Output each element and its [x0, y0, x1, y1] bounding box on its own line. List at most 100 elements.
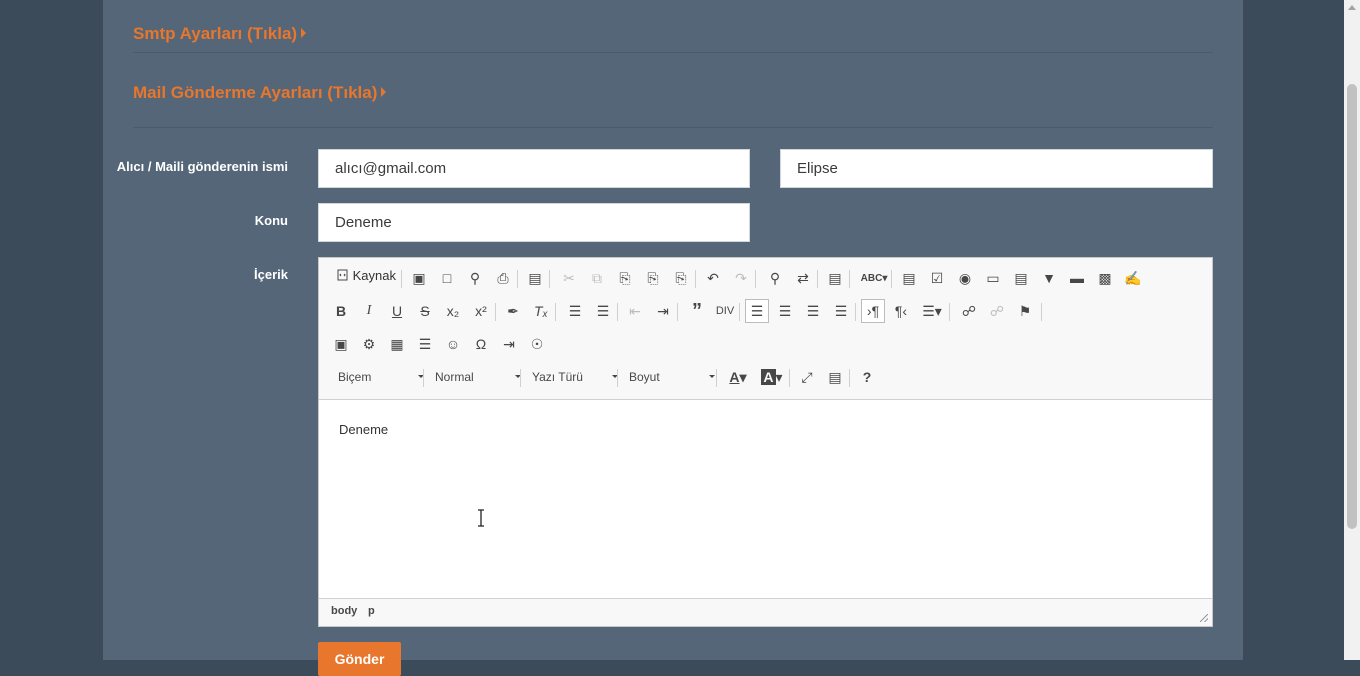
image-icon[interactable]: ▣ — [329, 332, 353, 356]
separator — [517, 270, 518, 288]
editor-content[interactable]: Deneme — [339, 422, 388, 437]
blockquote-icon[interactable]: ” — [685, 299, 709, 323]
show-blocks-icon[interactable]: ▤ — [823, 365, 847, 389]
redo-icon[interactable]: ↷ — [729, 266, 753, 290]
preview-icon[interactable]: ⚲ — [463, 266, 487, 290]
font-combo[interactable]: Yazı Türü — [523, 365, 622, 389]
remove-format-icon[interactable]: Tₓ — [529, 299, 553, 323]
underline-icon[interactable]: U — [385, 299, 409, 323]
font-combo-value: Yazı Türü — [532, 370, 583, 384]
separator — [855, 303, 856, 321]
smiley-icon[interactable]: ☺ — [441, 332, 465, 356]
find-icon[interactable]: ⚲ — [763, 266, 787, 290]
submit-button[interactable]: Gönder — [318, 642, 401, 676]
button-field-icon[interactable]: ▬ — [1065, 266, 1089, 290]
source-icon — [337, 269, 348, 281]
format-combo-value: Biçem — [338, 370, 372, 384]
scrollbar[interactable] — [1344, 0, 1360, 660]
format-combo[interactable]: Biçem — [329, 365, 428, 389]
resize-handle-icon[interactable] — [1200, 614, 1208, 622]
iframe-icon[interactable]: ☉ — [525, 332, 549, 356]
special-char-icon[interactable]: Ω — [469, 332, 493, 356]
templates-icon[interactable]: ▤ — [523, 266, 547, 290]
undo-icon[interactable]: ↶ — [701, 266, 725, 290]
table-icon[interactable]: ▦ — [385, 332, 409, 356]
separator — [755, 270, 756, 288]
unlink-icon[interactable]: ☍ — [985, 299, 1009, 323]
source-button[interactable]: Kaynak — [337, 268, 396, 283]
select-all-icon[interactable]: ▤ — [823, 266, 847, 290]
hidden-field-icon[interactable]: ✍ — [1121, 266, 1145, 290]
textarea-icon[interactable]: ▤ — [1009, 266, 1033, 290]
text-color-icon[interactable]: A ▾ — [723, 365, 753, 389]
separator — [677, 303, 678, 321]
editor-statusbar: body p — [319, 598, 1212, 626]
page-break-icon[interactable]: ⇥ — [497, 332, 521, 356]
anchor-flag-icon[interactable]: ⚑ — [1013, 299, 1037, 323]
smtp-settings-link[interactable]: Smtp Ayarları (Tıkla) — [133, 24, 307, 44]
checkbox-icon[interactable]: ☑ — [925, 266, 949, 290]
textfield-icon[interactable]: ▭ — [981, 266, 1005, 290]
separator — [849, 270, 850, 288]
style-combo[interactable]: Normal — [426, 365, 525, 389]
link-icon[interactable]: ☍ — [957, 299, 981, 323]
copy-format-icon[interactable]: ✒ — [501, 299, 525, 323]
justify-icon[interactable]: ☰ — [829, 299, 853, 323]
bg-color-icon[interactable]: A ▾ — [757, 365, 787, 389]
outdent-icon[interactable]: ⇤ — [623, 299, 647, 323]
save-icon[interactable]: ▣ — [407, 266, 431, 290]
help-icon[interactable]: ? — [855, 365, 879, 389]
strikethrough-icon[interactable]: S — [413, 299, 437, 323]
form-icon[interactable]: ▤ — [897, 266, 921, 290]
numbered-list-icon[interactable]: ☰ — [563, 299, 587, 323]
radio-icon[interactable]: ◉ — [953, 266, 977, 290]
subscript-icon[interactable]: x₂ — [441, 299, 465, 323]
size-combo[interactable]: Boyut — [620, 365, 719, 389]
copy-icon[interactable]: ⧉ — [585, 266, 609, 290]
divider — [133, 52, 1213, 53]
scrollbar-thumb[interactable] — [1347, 84, 1357, 529]
paste-text-icon[interactable]: ⎘ — [641, 266, 665, 290]
sender-name-input[interactable]: Elipse — [780, 149, 1213, 188]
align-center-icon[interactable]: ☰ — [773, 299, 797, 323]
paste-icon[interactable]: ⎘ — [613, 266, 637, 290]
caret-right-icon — [381, 87, 387, 97]
recipient-email-input[interactable]: alıcı@gmail.com — [318, 149, 750, 188]
superscript-icon[interactable]: x² — [469, 299, 493, 323]
divider — [133, 127, 1213, 128]
rtl-icon[interactable]: ¶‹ — [889, 299, 913, 323]
div-container-icon[interactable]: DIV — [713, 299, 737, 323]
mail-settings-link[interactable]: Mail Gönderme Ayarları (Tıkla) — [133, 83, 387, 103]
new-page-icon[interactable]: □ — [435, 266, 459, 290]
maximize-icon[interactable]: ⤢ — [795, 365, 819, 389]
indent-icon[interactable]: ⇥ — [651, 299, 675, 323]
bulleted-list-icon[interactable]: ☰ — [591, 299, 615, 323]
align-left-icon[interactable]: ☰ — [745, 299, 769, 323]
replace-icon[interactable]: ⇄ — [791, 266, 815, 290]
cut-icon[interactable]: ✂ — [557, 266, 581, 290]
separator — [817, 270, 818, 288]
language-icon[interactable]: ☰▾ — [917, 299, 947, 323]
separator — [789, 369, 790, 387]
paste-word-icon[interactable]: ⎘ — [669, 266, 693, 290]
recipient-label: Alıcı / Maili gönderenin ismi — [116, 159, 288, 174]
size-combo-value: Boyut — [629, 370, 660, 384]
path-p[interactable]: p — [368, 605, 375, 617]
flash-icon[interactable]: ⚙ — [357, 332, 381, 356]
scroll-up-icon[interactable] — [1348, 5, 1356, 10]
subject-input[interactable]: Deneme — [318, 203, 750, 242]
separator — [891, 270, 892, 288]
path-body[interactable]: body — [331, 605, 357, 617]
horizontal-line-icon[interactable]: ☰ — [413, 332, 437, 356]
print-icon[interactable]: ⎙ — [491, 266, 515, 290]
align-right-icon[interactable]: ☰ — [801, 299, 825, 323]
spellcheck-icon[interactable]: ABC▾ — [859, 266, 889, 290]
select-field-icon[interactable]: ▼ — [1037, 266, 1061, 290]
separator — [849, 369, 850, 387]
image-button-icon[interactable]: ▩ — [1093, 266, 1117, 290]
separator — [617, 303, 618, 321]
italic-icon[interactable]: I — [357, 299, 381, 323]
bold-icon[interactable]: B — [329, 299, 353, 323]
toolbar-row-3: ▣ ⚙ ▦ ☰ ☺ Ω ⇥ ☉ — [329, 330, 1209, 358]
ltr-icon[interactable]: ›¶ — [861, 299, 885, 323]
